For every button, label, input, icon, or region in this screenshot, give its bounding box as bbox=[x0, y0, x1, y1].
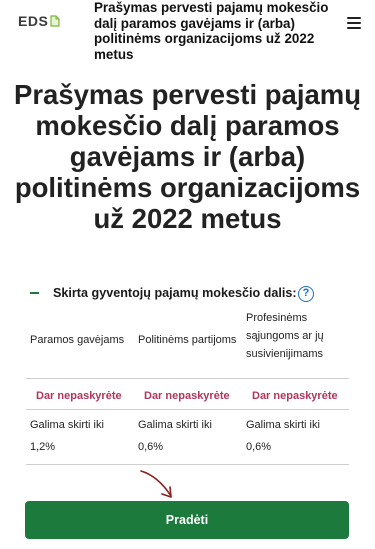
section-header[interactable]: Skirta gyventojų pajamų mokesčio dalis: bbox=[30, 286, 297, 300]
logo-text: EDS bbox=[18, 13, 49, 29]
limit-value-paramos: 1,2% bbox=[30, 441, 56, 453]
hamburger-menu-icon[interactable] bbox=[347, 17, 361, 29]
limit-label-paramos: Galima skirti iki bbox=[30, 419, 104, 431]
collapse-dash-icon[interactable] bbox=[30, 292, 39, 294]
column-header-profsajungos: Profesinėms sąjungoms ar jų susivienijim… bbox=[246, 312, 324, 360]
limit-value-profsajungos: 0,6% bbox=[246, 441, 272, 453]
limit-value-partijos: 0,6% bbox=[138, 441, 164, 453]
table-divider bbox=[26, 464, 349, 465]
column-header-paramos: Paramos gavėjams bbox=[30, 334, 125, 346]
page-title: Prašymas pervesti pajamų mokesčio dalį p… bbox=[14, 79, 361, 234]
document-icon bbox=[50, 15, 60, 27]
table-divider bbox=[26, 409, 349, 410]
pointer-arrow-icon bbox=[140, 470, 172, 498]
status-profsajungos: Dar nepaskyrėte bbox=[252, 390, 338, 402]
app-header: EDS Prašymas pervesti pajamų mokesčio da… bbox=[0, 0, 375, 62]
table-divider bbox=[26, 378, 349, 379]
header-title: Prašymas pervesti pajamų mokesčio dalį p… bbox=[94, 0, 329, 62]
limit-label-partijos: Galima skirti iki bbox=[138, 419, 212, 431]
limit-label-profsajungos: Galima skirti iki bbox=[246, 419, 320, 431]
start-button[interactable]: Pradėti bbox=[25, 501, 349, 539]
column-header-partijos: Politinėms partijoms bbox=[138, 334, 237, 346]
section-label: Skirta gyventojų pajamų mokesčio dalis: bbox=[53, 286, 297, 300]
help-icon[interactable]: ? bbox=[298, 286, 314, 302]
status-partijos: Dar nepaskyrėte bbox=[144, 390, 230, 402]
eds-logo[interactable]: EDS bbox=[18, 13, 60, 29]
status-paramos: Dar nepaskyrėte bbox=[36, 390, 122, 402]
